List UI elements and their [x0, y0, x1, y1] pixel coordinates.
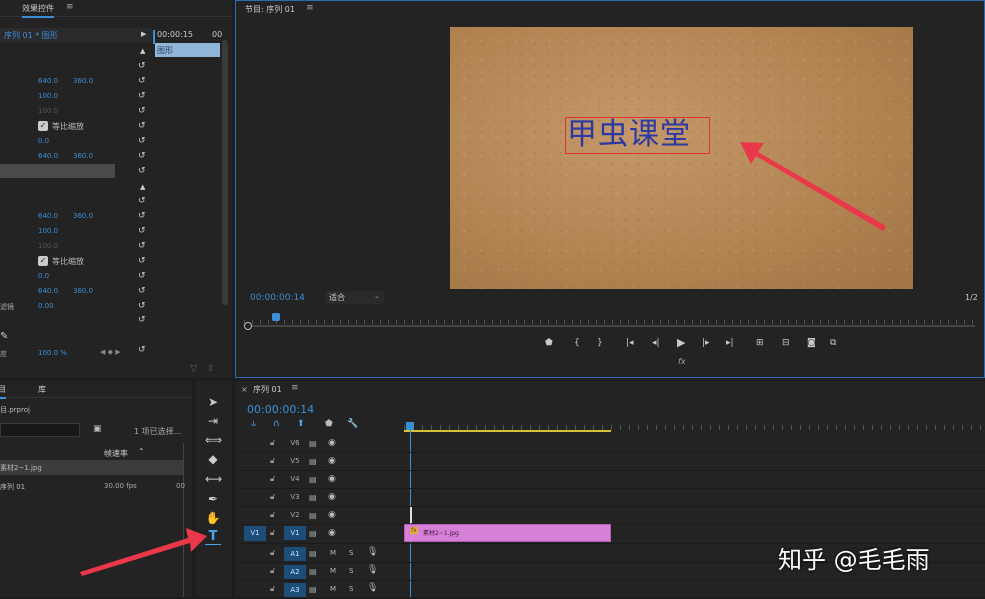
arrow-to-title [740, 142, 886, 231]
annotation-arrows [80, 142, 886, 576]
watermark: 知乎 @毛毛雨 [778, 546, 930, 574]
arrow-to-type-tool [80, 528, 207, 576]
